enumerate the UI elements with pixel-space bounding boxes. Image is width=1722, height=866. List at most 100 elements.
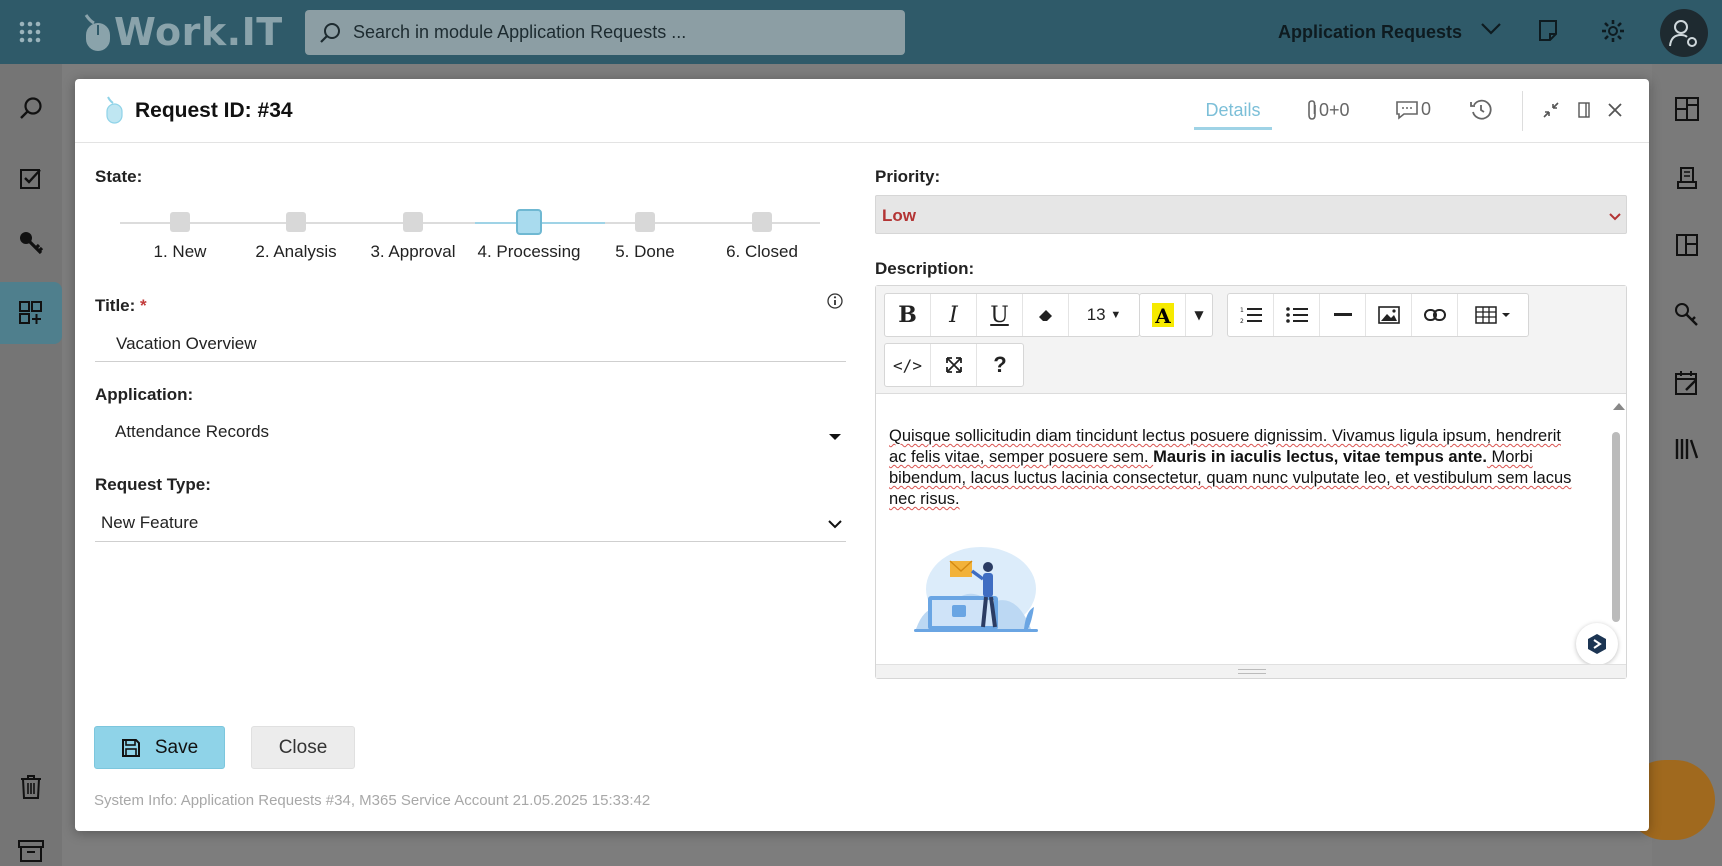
sidebar-tasks[interactable] [0, 148, 62, 210]
underline-button[interactable]: U [977, 294, 1023, 336]
save-button[interactable]: Save [94, 726, 225, 769]
horizontal-rule-button[interactable] [1320, 294, 1366, 336]
bullet-list-icon [1285, 307, 1308, 323]
library-icon[interactable] [1652, 424, 1722, 474]
key-icon [20, 232, 44, 255]
comment-icon [1396, 100, 1418, 120]
history-icon[interactable] [1470, 99, 1492, 121]
bullet-list-button[interactable] [1274, 294, 1320, 336]
editor-resize-handle[interactable] [876, 664, 1626, 678]
tab-details[interactable]: Details [1194, 92, 1272, 130]
key-search-icon[interactable] [1652, 290, 1722, 340]
color-group: A ▼ [1139, 293, 1213, 337]
search-input[interactable] [353, 22, 873, 43]
state-step-done[interactable]: 5. Done [585, 203, 705, 262]
insert-table-button[interactable] [1458, 294, 1528, 336]
info-icon[interactable] [827, 293, 843, 314]
right-sidebar [1652, 64, 1722, 866]
app-launcher-button[interactable] [0, 0, 60, 64]
table-icon [1475, 306, 1510, 324]
dialog-header: Request ID: #34 Details 0+0 0 [75, 79, 1649, 143]
state-step-analysis[interactable]: 2. Analysis [236, 203, 356, 262]
floppy-disk-icon [121, 738, 140, 757]
tab-comments[interactable]: 0 [1395, 99, 1431, 120]
state-step-processing[interactable]: 4. Processing [469, 203, 589, 262]
user-settings-icon [1669, 20, 1697, 47]
bold-button[interactable]: B [885, 294, 931, 336]
close-label: Close [278, 736, 328, 758]
source-code-button[interactable]: </> [885, 344, 931, 386]
state-step-closed[interactable]: 6. Closed [702, 203, 822, 262]
module-selector-label[interactable]: Application Requests [1278, 22, 1462, 43]
tab-attachments[interactable]: 0+0 [1305, 99, 1350, 121]
application-dropdown-arrow-icon[interactable] [828, 428, 842, 446]
svg-text:A: A [1154, 304, 1171, 328]
ordered-list-button[interactable]: 12 [1228, 294, 1274, 336]
application-select[interactable]: Attendance Records [115, 422, 269, 442]
state-step-approval[interactable]: 3. Approval [353, 203, 473, 262]
application-label: Application: [95, 385, 194, 404]
state-label: State: [95, 167, 143, 186]
left-sidebar [0, 64, 62, 866]
font-size-select[interactable]: 13 ▼ [1069, 294, 1139, 336]
state-step-new[interactable]: 1. New [120, 203, 240, 262]
priority-select[interactable]: Low [875, 195, 1627, 234]
italic-button[interactable]: I [931, 294, 977, 336]
sidebar-archive[interactable] [0, 820, 62, 866]
minimize-icon[interactable] [1542, 101, 1560, 119]
attachments-count: 0+0 [1319, 99, 1350, 120]
text-color-dropdown[interactable]: ▼ [1186, 294, 1212, 336]
settings-gear-icon[interactable] [1601, 19, 1625, 48]
sidebar-trash[interactable] [0, 756, 62, 818]
dialog-title: Request ID: #34 [135, 99, 293, 122]
editor-scroll-thumb[interactable] [1612, 432, 1620, 622]
priority-value: Low [882, 206, 916, 225]
close-button[interactable]: Close [251, 726, 355, 769]
text-color-button[interactable]: A [1140, 294, 1186, 336]
view-group: </> ? [884, 343, 1024, 387]
format-group: B I U 13 ▼ [884, 293, 1140, 337]
side-panel-icon[interactable] [1576, 101, 1592, 119]
sidebar-add-module[interactable] [0, 282, 62, 344]
description-label: Description: [875, 259, 975, 278]
sidebar-search[interactable] [0, 78, 62, 140]
notes-icon[interactable] [1537, 18, 1559, 47]
title-input[interactable]: Vacation Overview [116, 334, 256, 354]
fullscreen-button[interactable] [931, 344, 977, 386]
layout-panels-icon[interactable] [1652, 220, 1722, 270]
archive-icon [18, 840, 44, 862]
request-type-select[interactable]: New Feature [101, 513, 198, 533]
dashboard-layout-icon[interactable] [1652, 84, 1722, 134]
module-search[interactable] [305, 10, 905, 55]
insert-image-button[interactable] [1366, 294, 1412, 336]
horizontal-rule-icon [1333, 313, 1352, 316]
priority-chevron-icon [1608, 209, 1622, 227]
clear-format-button[interactable] [1023, 294, 1069, 336]
title-underline [95, 361, 846, 362]
close-icon[interactable] [1606, 101, 1624, 119]
top-bar: Work.IT Application Requests [0, 0, 1722, 64]
comments-count: 0 [1421, 99, 1432, 119]
sidebar-keys[interactable] [0, 212, 62, 274]
calendar-edit-icon[interactable] [1652, 358, 1722, 408]
title-label: Title: * [95, 296, 147, 315]
description-content[interactable]: Quisque sollicitudin diam tincidunt lect… [889, 426, 1579, 510]
font-color-icon: A [1151, 303, 1174, 328]
request-type-underline [95, 541, 846, 542]
insert-group: 12 [1227, 293, 1529, 337]
printer-icon[interactable] [1652, 154, 1722, 204]
ordered-list-icon: 12 [1240, 307, 1262, 324]
request-type-chevron-icon[interactable] [828, 516, 842, 534]
svg-text:2: 2 [1240, 318, 1244, 324]
state-stepper: 1. New 2. Analysis 3. Approval 4. Proces… [120, 203, 820, 263]
assistant-icon [1588, 634, 1606, 654]
user-avatar[interactable] [1660, 9, 1708, 57]
assistant-button[interactable] [1576, 623, 1618, 665]
insert-link-button[interactable] [1412, 294, 1458, 336]
module-dropdown-chevron-icon[interactable] [1480, 22, 1502, 41]
mouse-icon [103, 95, 125, 130]
help-button[interactable]: ? [977, 344, 1023, 386]
app-logo[interactable]: Work.IT [80, 0, 283, 64]
grid-icon [19, 21, 41, 43]
description-illustration [906, 541, 1046, 641]
